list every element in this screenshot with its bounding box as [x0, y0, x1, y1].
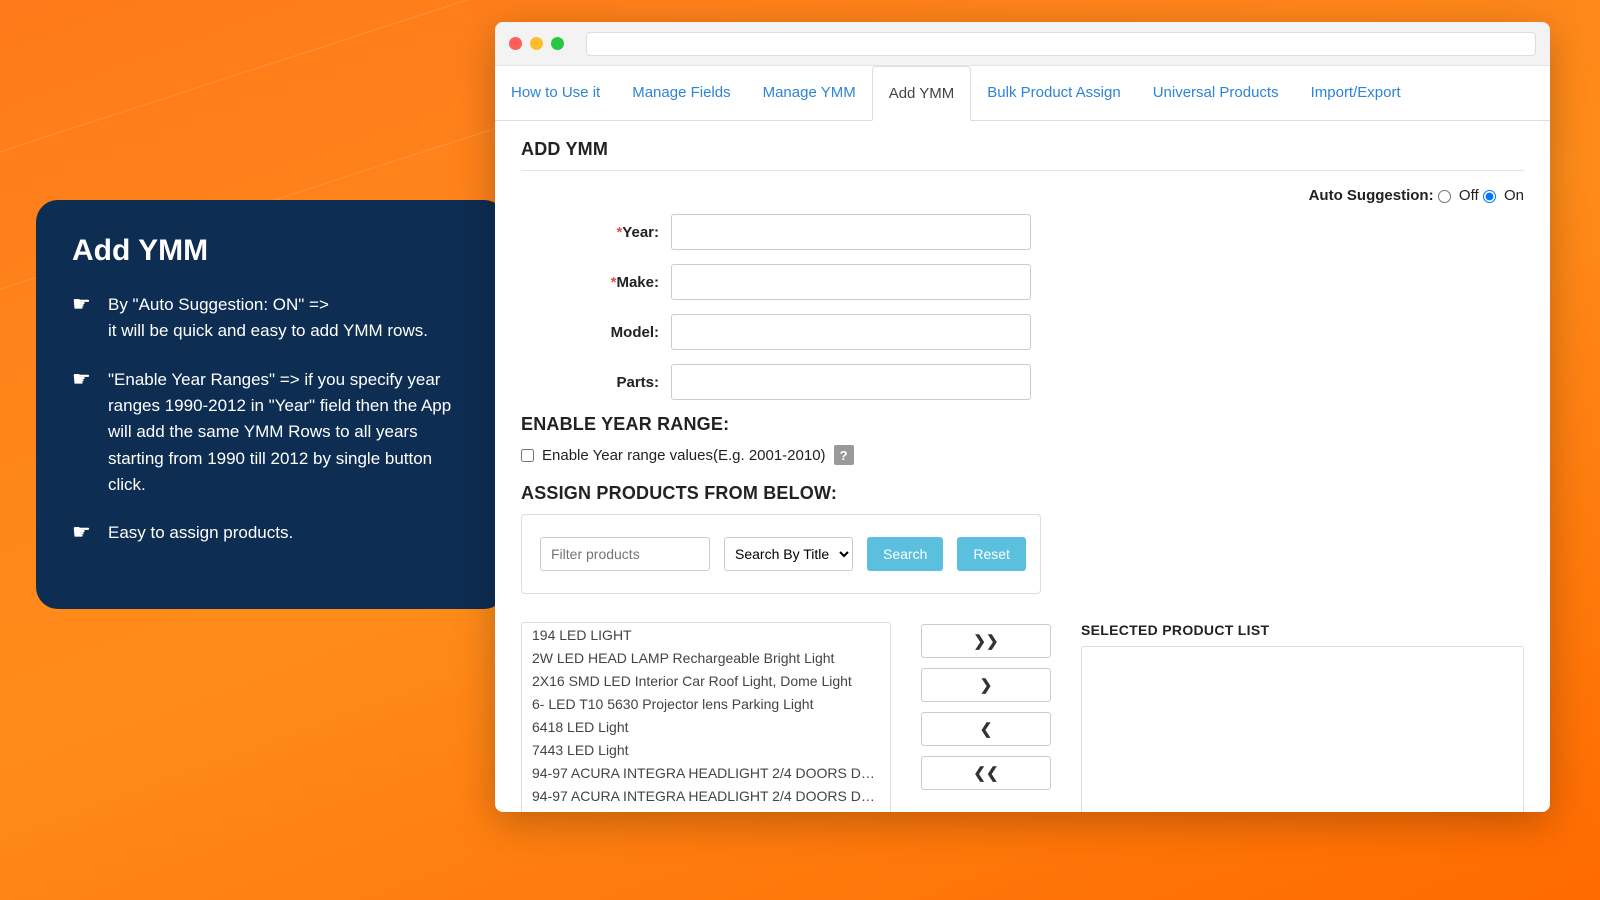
- model-input[interactable]: [671, 314, 1031, 350]
- assign-products-grid: 194 LED LIGHT2W LED HEAD LAMP Rechargeab…: [521, 622, 1524, 812]
- window-close-icon[interactable]: [509, 37, 522, 50]
- move-buttons: ❯❯ ❯ ❮ ❮❮: [921, 624, 1051, 790]
- product-item[interactable]: 7443 LED Light: [522, 738, 890, 761]
- filter-products-input[interactable]: [540, 537, 710, 571]
- tab-manage-ymm[interactable]: Manage YMM: [747, 66, 872, 120]
- auto-suggestion-label: Auto Suggestion:: [1309, 187, 1434, 204]
- divider: [521, 170, 1524, 171]
- hand-point-right-icon: ☛: [72, 520, 94, 546]
- model-row: Model:: [521, 314, 1524, 350]
- enable-year-range-checkbox[interactable]: [521, 449, 534, 462]
- year-row: *Year:: [521, 214, 1524, 250]
- make-row: *Make:: [521, 264, 1524, 300]
- double-chevron-right-icon: ❯❯: [973, 633, 998, 650]
- tab-universal-products[interactable]: Universal Products: [1137, 66, 1295, 120]
- auto-suggestion-off-label: Off: [1459, 187, 1479, 204]
- tab-add-ymm[interactable]: Add YMM: [872, 66, 972, 121]
- tab-import-export[interactable]: Import/Export: [1295, 66, 1417, 120]
- assign-section-title: ASSIGN PRODUCTS FROM BELOW:: [521, 483, 1524, 504]
- year-input[interactable]: [671, 214, 1031, 250]
- product-item[interactable]: 94-97 ACURA INTEGRA HEADLIGHT HALO PROJE…: [522, 807, 890, 812]
- window-maximize-icon[interactable]: [551, 37, 564, 50]
- tab-manage-fields[interactable]: Manage Fields: [616, 66, 746, 120]
- callout-bullet-text: Easy to assign products.: [108, 520, 293, 546]
- help-icon[interactable]: ?: [834, 445, 854, 465]
- tab-bulk-product-assign[interactable]: Bulk Product Assign: [971, 66, 1136, 120]
- help-callout: Add YMM ☛ By "Auto Suggestion: ON" => it…: [36, 200, 506, 609]
- browser-window: How to Use it Manage Fields Manage YMM A…: [495, 22, 1550, 812]
- year-range-section-title: ENABLE YEAR RANGE:: [521, 414, 1524, 435]
- reset-button[interactable]: Reset: [957, 537, 1026, 571]
- chevron-right-icon: ❯: [980, 677, 993, 694]
- auto-suggestion-on-radio[interactable]: [1483, 190, 1496, 203]
- model-label: Model:: [611, 324, 659, 341]
- parts-row: Parts:: [521, 364, 1524, 400]
- product-item[interactable]: 2X16 SMD LED Interior Car Roof Light, Do…: [522, 669, 890, 692]
- selected-products-list[interactable]: [1081, 646, 1524, 812]
- page-content: ADD YMM Auto Suggestion: Off On *Year: *…: [495, 121, 1550, 812]
- browser-url-bar[interactable]: [586, 32, 1536, 56]
- make-input[interactable]: [671, 264, 1031, 300]
- page-title: ADD YMM: [521, 139, 1524, 160]
- tab-how-to-use[interactable]: How to Use it: [495, 66, 616, 120]
- product-item[interactable]: 94-97 ACURA INTEGRA HEADLIGHT 2/4 DOORS …: [522, 761, 890, 784]
- parts-label: Parts:: [616, 374, 659, 391]
- move-all-left-button[interactable]: ❮❮: [921, 756, 1051, 790]
- selected-products-panel: SELECTED PRODUCT LIST: [1081, 622, 1524, 812]
- auto-suggestion-toggle: Auto Suggestion: Off On: [521, 187, 1524, 204]
- callout-bullet-text: By "Auto Suggestion: ON" => it will be q…: [108, 292, 428, 345]
- auto-suggestion-off-radio[interactable]: [1438, 190, 1451, 203]
- product-item[interactable]: 94-97 ACURA INTEGRA HEADLIGHT 2/4 DOORS …: [522, 784, 890, 807]
- move-right-button[interactable]: ❯: [921, 668, 1051, 702]
- callout-bullet: ☛ "Enable Year Ranges" => if you specify…: [72, 367, 470, 499]
- search-button[interactable]: Search: [867, 537, 943, 571]
- product-item[interactable]: 6418 LED Light: [522, 715, 890, 738]
- callout-bullet: ☛ By "Auto Suggestion: ON" => it will be…: [72, 292, 470, 345]
- callout-bullet-text: "Enable Year Ranges" => if you specify y…: [108, 367, 470, 499]
- admin-tabs: How to Use it Manage Fields Manage YMM A…: [495, 66, 1550, 121]
- selected-products-title: SELECTED PRODUCT LIST: [1081, 622, 1524, 638]
- double-chevron-left-icon: ❮❮: [973, 765, 998, 782]
- hand-point-right-icon: ☛: [72, 367, 94, 499]
- product-item[interactable]: 194 LED LIGHT: [522, 623, 890, 646]
- parts-input[interactable]: [671, 364, 1031, 400]
- move-left-button[interactable]: ❮: [921, 712, 1051, 746]
- product-item[interactable]: 2W LED HEAD LAMP Rechargeable Bright Lig…: [522, 646, 890, 669]
- move-all-right-button[interactable]: ❯❯: [921, 624, 1051, 658]
- enable-year-range-label: Enable Year range values(E.g. 2001-2010): [542, 447, 826, 464]
- product-item[interactable]: 6- LED T10 5630 Projector lens Parking L…: [522, 692, 890, 715]
- year-label: Year:: [622, 224, 659, 241]
- callout-bullet: ☛ Easy to assign products.: [72, 520, 470, 546]
- product-filter-box: Search By Title Search Reset: [521, 514, 1041, 594]
- callout-title: Add YMM: [72, 234, 470, 268]
- chevron-left-icon: ❮: [980, 721, 993, 738]
- auto-suggestion-on-label: On: [1504, 187, 1524, 204]
- search-mode-select[interactable]: Search By Title: [724, 537, 853, 571]
- hand-point-right-icon: ☛: [72, 292, 94, 345]
- make-label: Make:: [616, 274, 659, 291]
- available-products-list[interactable]: 194 LED LIGHT2W LED HEAD LAMP Rechargeab…: [521, 622, 891, 812]
- window-title-bar: [495, 22, 1550, 66]
- window-minimize-icon[interactable]: [530, 37, 543, 50]
- year-range-checkbox-row: Enable Year range values(E.g. 2001-2010)…: [521, 445, 1524, 465]
